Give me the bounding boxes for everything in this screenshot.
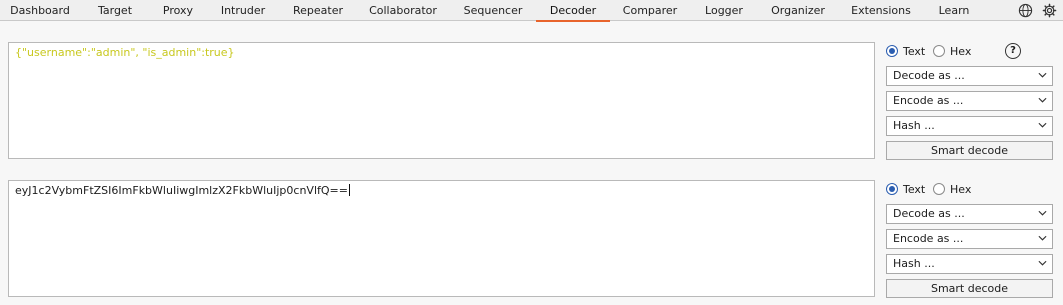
chevron-down-icon — [1038, 122, 1047, 128]
tab-organizer[interactable]: Organizer — [758, 0, 838, 21]
tab-learn[interactable]: Learn — [924, 0, 984, 21]
hex-radio-label: Hex — [950, 182, 972, 196]
radio-unselected-icon — [933, 183, 945, 195]
text-caret — [348, 184, 350, 196]
smart-decode-button[interactable]: Smart decode — [886, 141, 1053, 160]
chevron-down-icon — [1038, 260, 1047, 266]
decode-as-select[interactable]: Decode as ... — [886, 66, 1053, 86]
decoder-panel-1: {"username":"admin", "is_admin":true} Te… — [0, 21, 1063, 163]
tab-logger[interactable]: Logger — [690, 0, 758, 21]
tab-proxy[interactable]: Proxy — [150, 0, 206, 21]
hash-select[interactable]: Hash ... — [886, 254, 1053, 274]
decode-as-select[interactable]: Decode as ... — [886, 204, 1053, 224]
input-text: {"username":"admin", "is_admin":true} — [15, 46, 235, 59]
encode-as-label: Encode as ... — [893, 94, 964, 107]
tab-extensions[interactable]: Extensions — [838, 0, 924, 21]
chevron-down-icon — [1038, 97, 1047, 103]
decode-as-label: Decode as ... — [893, 207, 965, 220]
tab-intruder[interactable]: Intruder — [206, 0, 280, 21]
encode-as-label: Encode as ... — [893, 232, 964, 245]
hex-radio[interactable]: Hex — [933, 182, 971, 196]
panel-1-controls: Text Hex ? Decode as ... Encode as ... H… — [886, 41, 1053, 160]
decode-as-label: Decode as ... — [893, 69, 965, 82]
chevron-down-icon — [1038, 235, 1047, 241]
tab-target[interactable]: Target — [80, 0, 150, 21]
top-nav: Dashboard Target Proxy Intruder Repeater… — [0, 0, 1063, 22]
chevron-down-icon — [1038, 210, 1047, 216]
tab-repeater[interactable]: Repeater — [280, 0, 356, 21]
output-text-area[interactable]: eyJ1c2VybmFtZSI6ImFkbWluIiwgImlzX2FkbWlu… — [8, 180, 875, 297]
tab-decoder[interactable]: Decoder — [536, 0, 610, 22]
output-text: eyJ1c2VybmFtZSI6ImFkbWluIiwgImlzX2FkbWlu… — [15, 184, 348, 197]
globe-icon[interactable] — [1018, 3, 1033, 18]
help-icon[interactable]: ? — [1005, 43, 1021, 59]
tab-sequencer[interactable]: Sequencer — [450, 0, 536, 21]
display-mode-group: Text Hex — [886, 179, 1053, 199]
smart-decode-button[interactable]: Smart decode — [886, 279, 1053, 298]
text-radio-label: Text — [903, 182, 926, 196]
hex-radio[interactable]: Hex — [933, 44, 971, 58]
radio-selected-icon — [886, 183, 898, 195]
display-mode-group: Text Hex ? — [886, 41, 1053, 61]
radio-selected-icon — [886, 45, 898, 57]
radio-unselected-icon — [933, 45, 945, 57]
encode-as-select[interactable]: Encode as ... — [886, 91, 1053, 111]
tab-dashboard[interactable]: Dashboard — [0, 0, 80, 21]
decoder-panel-2: eyJ1c2VybmFtZSI6ImFkbWluIiwgImlzX2FkbWlu… — [0, 163, 1063, 305]
text-radio-label: Text — [903, 44, 926, 58]
encode-as-select[interactable]: Encode as ... — [886, 229, 1053, 249]
hash-label: Hash ... — [893, 257, 935, 270]
text-radio[interactable]: Text — [886, 182, 925, 196]
hex-radio-label: Hex — [950, 44, 972, 58]
chevron-down-icon — [1038, 72, 1047, 78]
panel-2-controls: Text Hex Decode as ... Encode as ... Has… — [886, 179, 1053, 298]
tab-comparer[interactable]: Comparer — [610, 0, 690, 21]
tab-collaborator[interactable]: Collaborator — [356, 0, 450, 21]
gear-icon[interactable] — [1042, 3, 1057, 18]
input-text-area[interactable]: {"username":"admin", "is_admin":true} — [8, 42, 875, 159]
hash-label: Hash ... — [893, 119, 935, 132]
hash-select[interactable]: Hash ... — [886, 116, 1053, 136]
text-radio[interactable]: Text — [886, 44, 925, 58]
